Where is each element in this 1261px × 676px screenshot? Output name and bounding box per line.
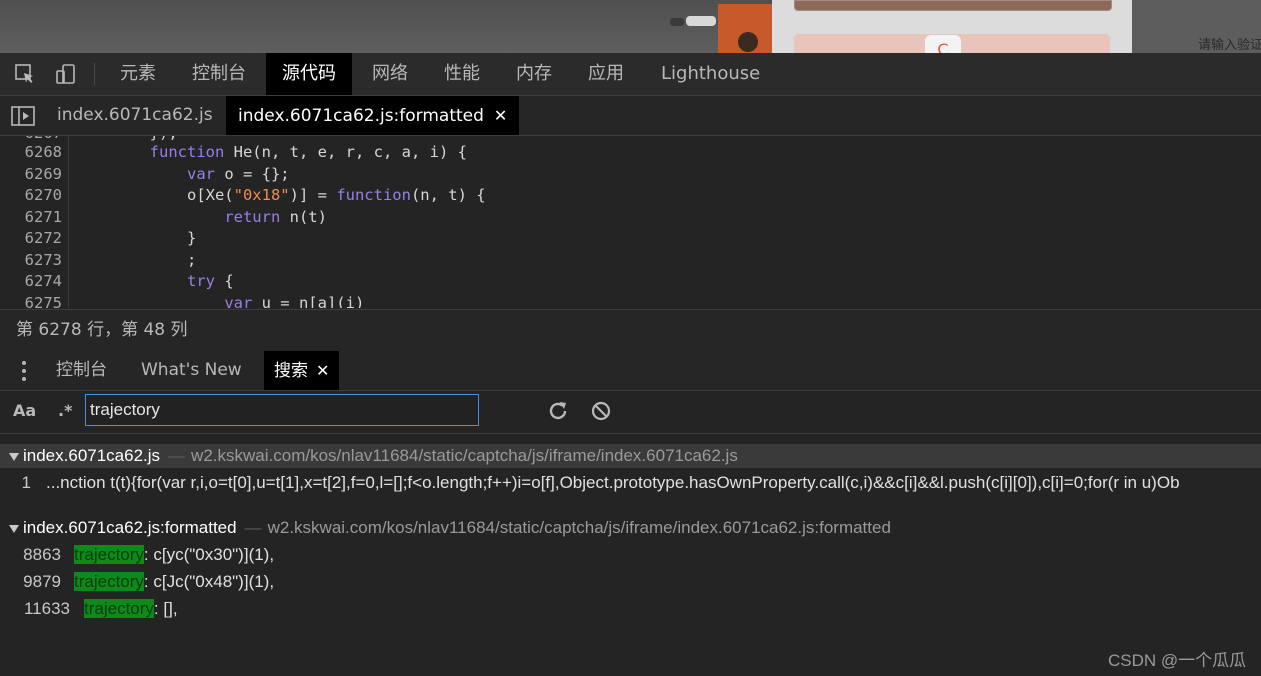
separator: —: [168, 446, 186, 465]
match-text: : c[Jc("0x48")](1),: [143, 572, 275, 591]
file-tab-formatted[interactable]: index.6071ca62.js:formatted ✕: [226, 96, 520, 135]
drawer-tabbar: 控制台 What's New 搜索 ✕: [0, 351, 1261, 391]
close-icon[interactable]: ✕: [316, 361, 329, 380]
match-line-number: 8863: [23, 545, 61, 564]
inspect-element-icon[interactable]: [10, 53, 40, 95]
webpage-viewport: C 请输入验证: [0, 0, 1261, 53]
result-match-row[interactable]: 1 ...nction t(t){for(var r,i,o=t[0],u=t[1…: [0, 469, 1261, 496]
code-line: 6271 return n(t): [24, 207, 327, 226]
editor-status-bar: 第 6278 行，第 48 列: [0, 309, 1261, 352]
code-line: 6272 }: [24, 229, 197, 247]
tab-network[interactable]: 网络: [356, 53, 424, 95]
toggle-navigator-icon[interactable]: [8, 96, 38, 135]
match-text: ...nction t(t){for(var r,i,o=t[0],u=t[1]…: [46, 473, 1180, 492]
watermark: CSDN @一个瓜瓜: [1108, 651, 1247, 670]
result-match-row[interactable]: 9879 trajectory: c[Jc("0x48")](1),: [0, 568, 1261, 595]
match-line-number: 11633: [23, 599, 70, 618]
result-file-header[interactable]: index.6071ca62.js:formatted — w2.kskwai.co…: [0, 516, 1261, 540]
match-text: : [],: [153, 599, 178, 618]
tab-lighthouse[interactable]: Lighthouse: [645, 53, 776, 95]
drawer-tab-whats-new[interactable]: What's New: [131, 351, 252, 390]
code-line: 6275 var u = n[a](i): [24, 293, 365, 309]
separator: —: [244, 518, 262, 537]
refresh-icon[interactable]: [546, 399, 570, 423]
code-line: 6268 function He(n, t, e, r, c, a, i) {: [24, 143, 467, 161]
match-line-number: 1: [21, 473, 31, 492]
loading-icon: C: [925, 35, 961, 53]
expand-triangle-icon[interactable]: [9, 524, 19, 533]
tab-console[interactable]: 控制台: [176, 53, 262, 95]
search-toolbar: Aa .* trajectory: [0, 391, 1261, 434]
drawer-tab-search-label: 搜索: [274, 361, 308, 381]
tab-performance[interactable]: 性能: [428, 53, 496, 95]
tab-sources[interactable]: 源代码: [266, 53, 352, 95]
code-line: 6273 ;: [24, 250, 197, 269]
result-file-name: index.6071ca62.js: [23, 446, 161, 465]
toolbar-divider: [94, 63, 95, 85]
drawer-tab-console[interactable]: 控制台: [46, 351, 117, 390]
device-toolbar-icon[interactable]: [50, 53, 80, 95]
code-editor[interactable]: 6267 }); 6268 function He(n, t, e, r, c,…: [0, 136, 1261, 308]
close-icon[interactable]: ✕: [494, 106, 507, 125]
file-tab-original[interactable]: index.6071ca62.js: [45, 96, 225, 135]
tab-memory[interactable]: 内存: [500, 53, 568, 95]
cursor-position: 第 6278 行，第 48 列: [16, 320, 188, 340]
code-line: 6274 try {: [24, 272, 234, 290]
captcha-image: [794, 0, 1112, 11]
more-options-icon[interactable]: [18, 361, 30, 381]
drawer-tab-search[interactable]: 搜索 ✕: [264, 351, 340, 390]
match-text: : c[yc("0x30")](1),: [143, 545, 275, 564]
match-highlight: trajectory: [84, 599, 154, 618]
tab-application[interactable]: 应用: [572, 53, 640, 95]
result-file-header[interactable]: index.6071ca62.js — w2.kskwai.com/kos/nlav…: [0, 444, 1261, 468]
source-file-tabbar: index.6071ca62.js index.6071ca62.js:form…: [0, 96, 1261, 136]
result-file-path: w2.kskwai.com/kos/nlav11684/static/captc…: [191, 446, 738, 465]
expand-triangle-icon[interactable]: [9, 452, 19, 461]
webpage-illustration: [670, 4, 772, 53]
match-line-number: 9879: [23, 572, 61, 591]
search-input[interactable]: trajectory: [85, 394, 479, 426]
code-line: 6269 var o = {};: [24, 164, 290, 183]
result-match-row[interactable]: 11633 trajectory: [],: [0, 595, 1261, 622]
file-tab-formatted-label: index.6071ca62.js:formatted: [238, 106, 484, 126]
match-highlight: trajectory: [74, 545, 144, 564]
result-file-name: index.6071ca62.js:formatted: [23, 518, 237, 537]
search-results: index.6071ca62.js — w2.kskwai.com/kos/nlav…: [0, 434, 1261, 676]
verify-hint: 请输入验证: [1198, 38, 1261, 53]
code-line: 6270 o[Xe("0x18")] = function(n, t) {: [24, 186, 486, 204]
result-file-path: w2.kskwai.com/kos/nlav11684/static/captc…: [267, 518, 891, 537]
match-highlight: trajectory: [74, 572, 144, 591]
tab-elements[interactable]: 元素: [104, 53, 172, 95]
match-case-toggle[interactable]: Aa: [13, 391, 36, 431]
regex-toggle[interactable]: .*: [58, 391, 72, 431]
result-match-row[interactable]: 8863 trajectory: c[yc("0x30")](1),: [0, 541, 1261, 568]
clear-search-icon[interactable]: [589, 399, 613, 423]
devtools-panel-tabbar: 元素 控制台 源代码 网络 性能 内存 应用 Lighthouse: [0, 53, 1261, 96]
